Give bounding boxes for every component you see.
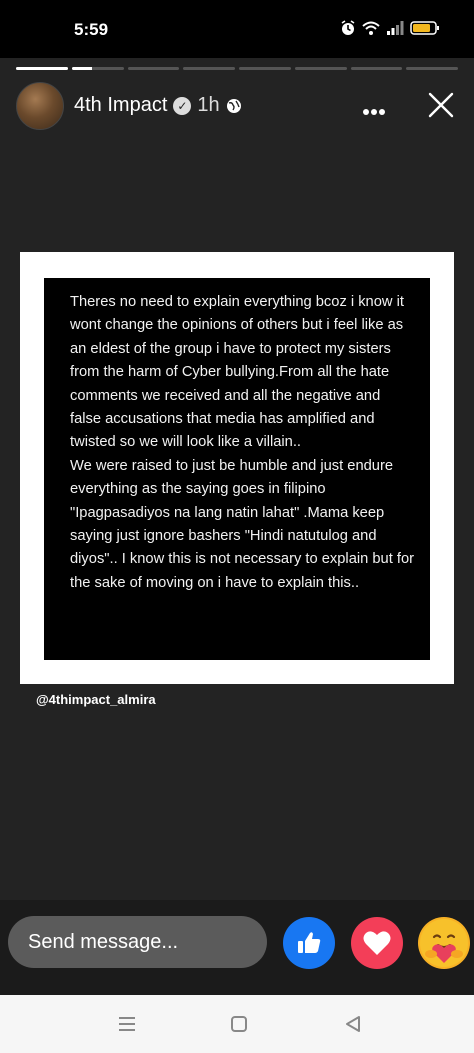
globe-icon	[226, 98, 241, 113]
author-row: 4th Impact ✓ 1h	[74, 94, 242, 117]
story-image: Theres no need to explain everything bco…	[20, 252, 454, 684]
menu-icon[interactable]	[116, 1013, 138, 1035]
system-nav-bar	[0, 995, 474, 1053]
mention-tag[interactable]: @4thimpact_almira	[36, 692, 156, 707]
story-progress-fill	[71, 67, 93, 70]
story-progress-bar	[16, 67, 458, 71]
story-progress-segment	[350, 67, 403, 70]
send-message-input[interactable]: Send message...	[8, 916, 267, 968]
status-icons	[340, 20, 440, 36]
story-text-card: Theres no need to explain everything bco…	[44, 278, 430, 660]
time-ago: 1h	[197, 94, 220, 116]
avatar[interactable]	[16, 82, 64, 130]
care-reaction-button[interactable]	[418, 917, 470, 969]
story-progress-segment	[406, 67, 458, 70]
verified-badge-icon: ✓	[173, 96, 192, 115]
story-text: Theres no need to explain everything bco…	[70, 294, 415, 591]
story-progress-segment	[294, 67, 347, 70]
story-progress-segment	[183, 67, 235, 70]
heart-icon	[363, 931, 391, 955]
back-icon[interactable]	[342, 1013, 364, 1035]
more-icon	[363, 109, 385, 115]
status-bar: 5:59	[0, 0, 474, 58]
home-icon[interactable]	[228, 1013, 250, 1035]
more-options-button[interactable]	[362, 96, 386, 122]
close-icon[interactable]	[428, 92, 454, 118]
like-reaction-button[interactable]	[283, 917, 335, 969]
signal-icon	[387, 21, 404, 35]
author-name[interactable]: 4th Impact	[74, 94, 167, 117]
thumbs-up-icon	[298, 932, 321, 953]
story-progress-segment	[71, 67, 124, 70]
send-message-placeholder: Send message...	[28, 930, 179, 953]
wifi-icon	[362, 21, 380, 35]
story-progress-segment	[239, 67, 291, 70]
story-progress-fill	[16, 67, 68, 70]
alarm-icon	[341, 20, 355, 35]
story-progress-segment	[16, 67, 68, 70]
care-emoji-icon	[420, 919, 468, 967]
story-header: 4th Impact ✓ 1h	[16, 82, 458, 130]
story-progress-segment	[127, 67, 180, 70]
love-reaction-button[interactable]	[351, 917, 403, 969]
status-time: 5:59	[74, 20, 109, 39]
battery-icon	[410, 21, 439, 35]
